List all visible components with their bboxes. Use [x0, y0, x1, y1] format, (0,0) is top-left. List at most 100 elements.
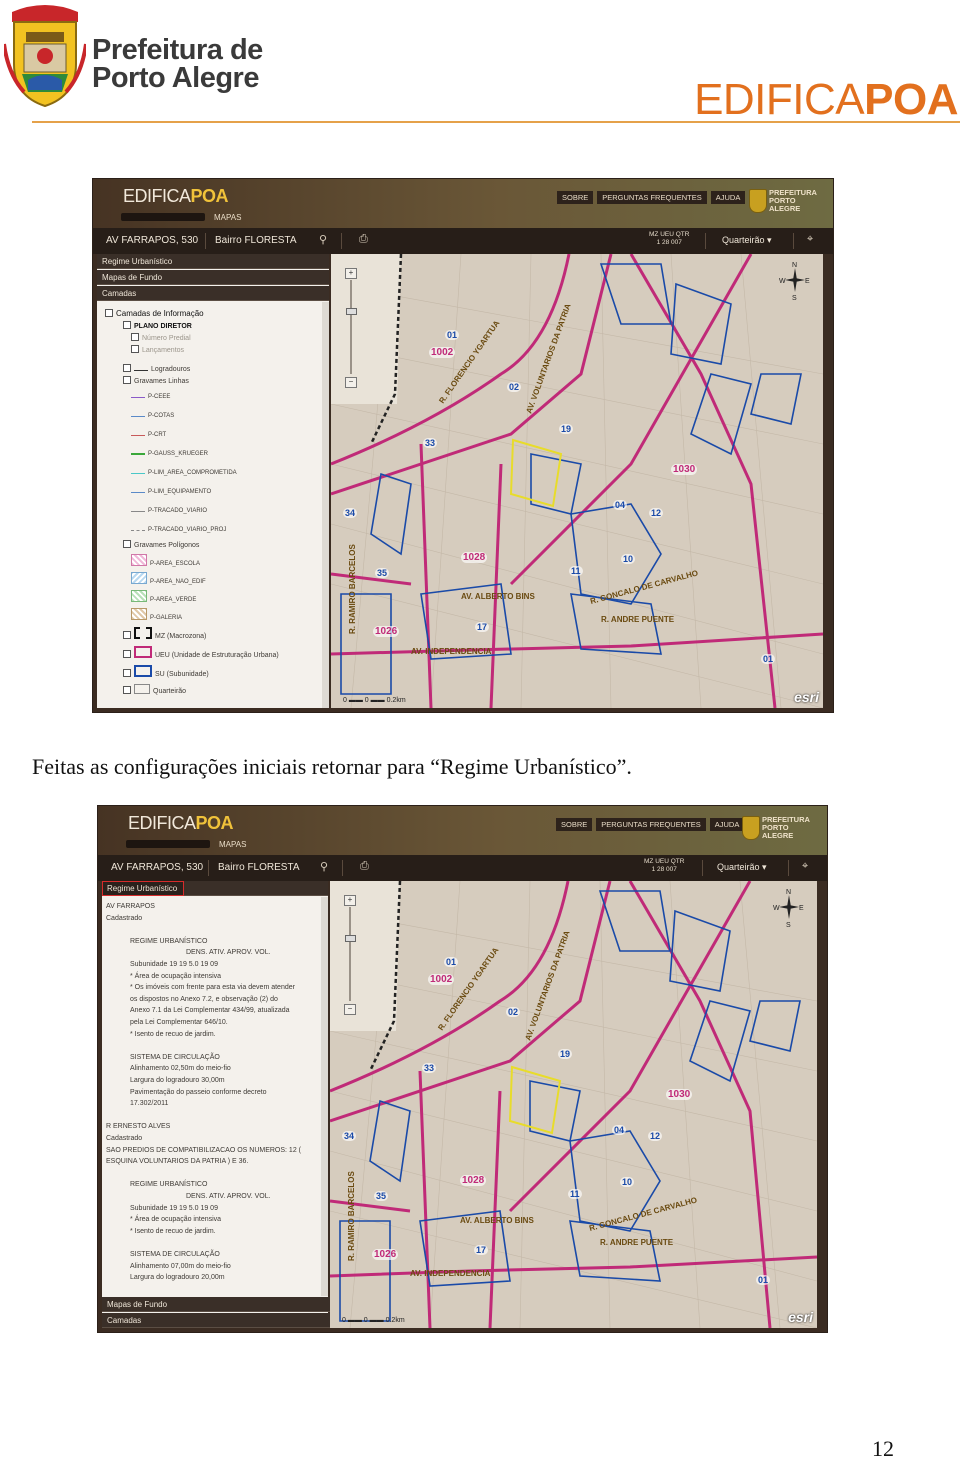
map-label-su[interactable]: 01 — [445, 330, 460, 340]
tab-mapas-de-fundo[interactable]: Mapas de Fundo — [102, 1297, 334, 1312]
layer-item: P-CRT — [131, 432, 166, 438]
layer-item[interactable]: Lançamentos — [131, 345, 184, 354]
map-label-su[interactable]: 35 — [375, 568, 390, 578]
regime-line: REGIME URBANÍSTICO — [130, 1181, 208, 1189]
map-label-su[interactable]: 01 — [444, 957, 459, 967]
map-label-ueu[interactable]: 1026 — [373, 626, 400, 637]
map-label-su[interactable]: 12 — [648, 1131, 663, 1141]
search-icon[interactable]: ⚲ — [320, 860, 328, 873]
checkbox[interactable] — [123, 669, 131, 677]
tab-regime-urbanistico[interactable]: Regime Urbanístico — [97, 254, 329, 269]
layer-item[interactable]: Número Predial — [131, 333, 191, 342]
nav-ajuda[interactable]: AJUDA — [709, 818, 745, 831]
zoom-out-button[interactable]: − — [345, 377, 357, 388]
map-label-su[interactable]: 02 — [507, 382, 522, 392]
checkbox[interactable] — [123, 650, 131, 658]
bairro-text[interactable]: Bairro FLORESTA — [215, 235, 297, 246]
layer-item[interactable]: UEU (Unidade de Estruturação Urbana) — [123, 646, 279, 659]
checkbox[interactable] — [105, 309, 113, 317]
layer-item[interactable]: Logradouros — [123, 364, 190, 373]
panel-scrollbar[interactable] — [321, 897, 328, 1296]
print-icon[interactable]: ⎙ — [360, 860, 369, 873]
layer-item[interactable]: SU (Subunidade) — [123, 665, 209, 678]
map-label-ueu[interactable]: 1002 — [429, 347, 456, 358]
tab-camadas[interactable]: Camadas — [97, 286, 329, 301]
nav-sobre[interactable]: SOBRE — [557, 191, 594, 204]
checkbox[interactable] — [123, 540, 131, 548]
map-label-ueu[interactable]: 1030 — [671, 464, 698, 475]
layer-label: P-GALERIA — [150, 615, 183, 621]
address-text[interactable]: AV FARRAPOS, 530 — [111, 862, 203, 873]
tab-camadas[interactable]: Camadas — [102, 1313, 334, 1328]
map-label-su[interactable]: 01 — [756, 1275, 771, 1285]
address-text[interactable]: AV FARRAPOS, 530 — [106, 235, 198, 246]
map-view[interactable]: R. FLORENCIO YGARTUA AV. VOLUNTARIOS DA … — [331, 254, 823, 708]
app-logo[interactable]: EDIFICAPOA — [123, 186, 229, 207]
map-label-su[interactable]: 11 — [569, 566, 583, 576]
layer-item[interactable]: MZ (Macrozona) — [123, 627, 206, 640]
crosshair-icon[interactable]: ⌖ — [807, 233, 813, 246]
checkbox[interactable] — [123, 321, 131, 329]
layer-select[interactable]: Quarteirão ▾ — [717, 862, 767, 873]
checkbox[interactable] — [123, 376, 131, 384]
zoom-in-button[interactable]: + — [345, 268, 357, 279]
map-label-ueu[interactable]: 1002 — [428, 974, 455, 985]
crosshair-icon[interactable]: ⌖ — [802, 860, 808, 873]
map-label-su[interactable]: 35 — [374, 1191, 389, 1201]
map-label-ueu[interactable]: 1028 — [461, 552, 488, 563]
checkbox[interactable] — [123, 631, 131, 639]
qtr-values: 1 28 007 — [656, 239, 682, 246]
print-icon[interactable]: ⎙ — [359, 233, 368, 246]
nav-perguntas[interactable]: PERGUNTAS FREQUENTES — [596, 818, 706, 831]
bairro-text[interactable]: Bairro FLORESTA — [218, 862, 300, 873]
map-label-su[interactable]: 17 — [474, 1245, 489, 1255]
map-label-su[interactable]: 19 — [558, 1049, 573, 1059]
svg-text:R. ANDRE PUENTE: R. ANDRE PUENTE — [600, 1238, 674, 1247]
map-label-su[interactable]: 19 — [559, 424, 574, 434]
checkbox[interactable] — [123, 364, 131, 372]
map-label-ueu[interactable]: 1026 — [372, 1249, 399, 1260]
layer-item[interactable]: Quarteirão — [123, 684, 186, 695]
nav-sobre[interactable]: SOBRE — [556, 818, 593, 831]
search-icon[interactable]: ⚲ — [319, 233, 327, 246]
zoom-handle[interactable] — [346, 308, 357, 315]
layer-group-root[interactable]: Camadas de Informação — [105, 309, 204, 318]
map-label-su[interactable]: 33 — [422, 1063, 437, 1073]
nav-perguntas[interactable]: PERGUNTAS FREQUENTES — [597, 191, 707, 204]
map-label-su[interactable]: 12 — [649, 508, 664, 518]
zoom-in-button[interactable]: + — [344, 895, 356, 906]
top-nav: SOBRE PERGUNTAS FREQUENTES AJUDA — [556, 818, 745, 831]
checkbox[interactable] — [131, 333, 139, 341]
layer-item[interactable]: Gravames Polígonos — [123, 540, 199, 549]
regime-line: R ERNESTO ALVES — [106, 1123, 171, 1131]
tab-mapas-de-fundo[interactable]: Mapas de Fundo — [97, 270, 329, 285]
zoom-handle[interactable] — [345, 935, 356, 942]
map-label-su[interactable]: 04 — [612, 1125, 627, 1135]
zoom-slider[interactable]: + − — [345, 268, 357, 388]
checkbox[interactable] — [123, 686, 131, 694]
map-label-su[interactable]: 33 — [423, 438, 438, 448]
tab-regime-urbanistico[interactable]: Regime Urbanístico — [102, 881, 184, 896]
map-label-su[interactable]: 34 — [343, 508, 358, 518]
map-label-su[interactable]: 02 — [506, 1007, 521, 1017]
panel-scrollbar[interactable] — [322, 302, 329, 708]
layer-item[interactable]: Gravames Linhas — [123, 376, 189, 385]
map-label-ueu[interactable]: 1030 — [666, 1089, 693, 1100]
zoom-out-button[interactable]: − — [344, 1004, 356, 1015]
map-label-su[interactable]: 17 — [475, 622, 490, 632]
nav-ajuda[interactable]: AJUDA — [710, 191, 746, 204]
map-label-ueu[interactable]: 1028 — [460, 1175, 487, 1186]
map-label-su[interactable]: 04 — [613, 500, 628, 510]
map-label-su[interactable]: 34 — [342, 1131, 357, 1141]
zoom-slider[interactable]: + − — [344, 895, 356, 1015]
map-view[interactable]: R. FLORENCIO YGARTUA AV. VOLUNTARIOS DA … — [330, 881, 817, 1328]
layer-plano-diretor[interactable]: PLANO DIRETOR — [123, 321, 192, 330]
svg-text:W: W — [779, 278, 786, 285]
layer-select[interactable]: Quarteirão ▾ — [722, 235, 772, 246]
map-label-su[interactable]: 10 — [621, 554, 636, 564]
app-logo[interactable]: EDIFICAPOA — [128, 813, 234, 834]
map-label-su[interactable]: 11 — [568, 1189, 582, 1199]
map-label-su[interactable]: 10 — [620, 1177, 635, 1187]
map-label-su[interactable]: 01 — [761, 654, 776, 664]
checkbox[interactable] — [131, 345, 139, 353]
